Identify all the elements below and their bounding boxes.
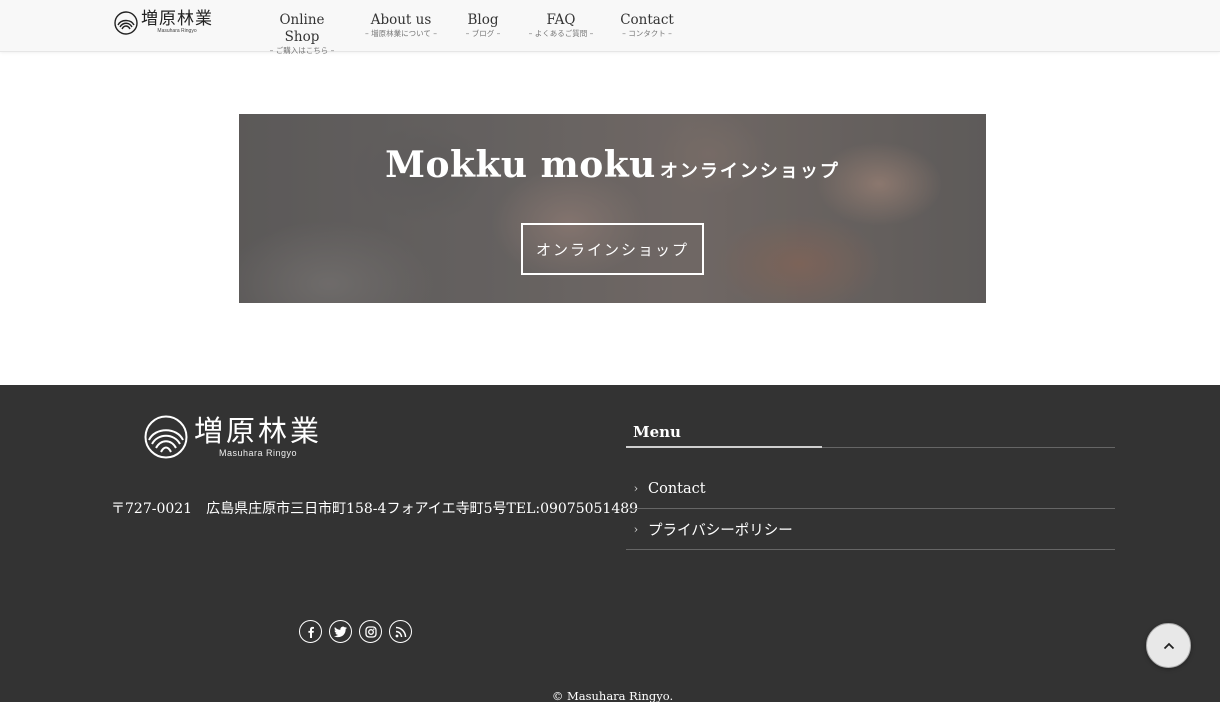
- chevron-up-icon: [1163, 642, 1174, 649]
- footer-menu-item-label: Contact: [648, 480, 706, 497]
- nav-label: Blog: [467, 12, 499, 28]
- nav-item-faq[interactable]: FAQ – よくあるご質問 –: [522, 12, 600, 39]
- instagram-icon[interactable]: [359, 620, 382, 643]
- site-footer: 増原林業 Masuhara Ringyo 〒727-0021 広島県庄原市三日市…: [0, 385, 1220, 703]
- nav-sublabel: – コンタクト –: [622, 29, 672, 38]
- nav-item-blog[interactable]: Blog – ブログ –: [460, 12, 506, 39]
- menu-heading-accent-line: [626, 446, 822, 448]
- company-address: 〒727-0021 広島県庄原市三日市町158-4フォアイエ寺町5号TEL:09…: [111, 501, 639, 517]
- logo-mark-icon: [144, 415, 188, 459]
- nav-item-contact[interactable]: Contact – コンタクト –: [616, 12, 678, 39]
- twitter-icon[interactable]: [329, 620, 352, 643]
- online-shop-button[interactable]: オンラインショップ: [521, 223, 704, 275]
- nav-item-online-shop[interactable]: Online Shop – ご購入はこちら –: [262, 12, 342, 56]
- nav-sublabel: – 増原林業について –: [364, 29, 438, 38]
- back-to-top-button[interactable]: [1146, 623, 1191, 668]
- chevron-right-icon: ›: [633, 523, 639, 536]
- nav-label: About us: [370, 12, 432, 28]
- nav-sublabel: – よくあるご質問 –: [528, 29, 594, 38]
- rss-icon[interactable]: [389, 620, 412, 643]
- nav-item-about-us[interactable]: About us – 増原林業について –: [358, 12, 444, 39]
- copyright-text: © Masuhara Ringyo.: [551, 689, 674, 703]
- banner-title: Mokku moku オンラインショップ: [239, 144, 986, 186]
- footer-logo-text-en: Masuhara Ringyo: [218, 448, 298, 458]
- footer-logo[interactable]: 増原林業 Masuhara Ringyo: [144, 415, 322, 459]
- nav-sublabel: – ブログ –: [465, 29, 501, 38]
- footer-menu-item-contact[interactable]: › Contact: [626, 469, 1115, 509]
- footer-menu-item-privacy-policy[interactable]: › プライバシーポリシー: [626, 510, 1115, 550]
- nav-label: FAQ: [546, 12, 576, 28]
- footer-menu-item-label: プライバシーポリシー: [648, 523, 793, 539]
- chevron-right-icon: ›: [633, 482, 639, 495]
- footer-menu-heading: Menu: [633, 423, 681, 441]
- online-shop-banner: Mokku moku オンラインショップ オンラインショップ: [239, 114, 986, 303]
- nav-label: Contact: [620, 12, 674, 28]
- social-links: [299, 620, 412, 643]
- site-header: 増原林業 Masuhara Ringyo Online Shop – ご購入はこ…: [0, 0, 1220, 55]
- banner-title-sub: オンラインショップ: [659, 161, 840, 182]
- nav-label: Online Shop: [279, 12, 325, 45]
- facebook-icon[interactable]: [299, 620, 322, 643]
- banner-title-main: Mokku moku: [385, 144, 656, 186]
- main-nav: Online Shop – ご購入はこちら – About us – 増原林業に…: [0, 12, 1220, 55]
- nav-sublabel: – ご購入はこちら –: [269, 46, 335, 55]
- footer-logo-text-jp: 増原林業: [194, 414, 323, 448]
